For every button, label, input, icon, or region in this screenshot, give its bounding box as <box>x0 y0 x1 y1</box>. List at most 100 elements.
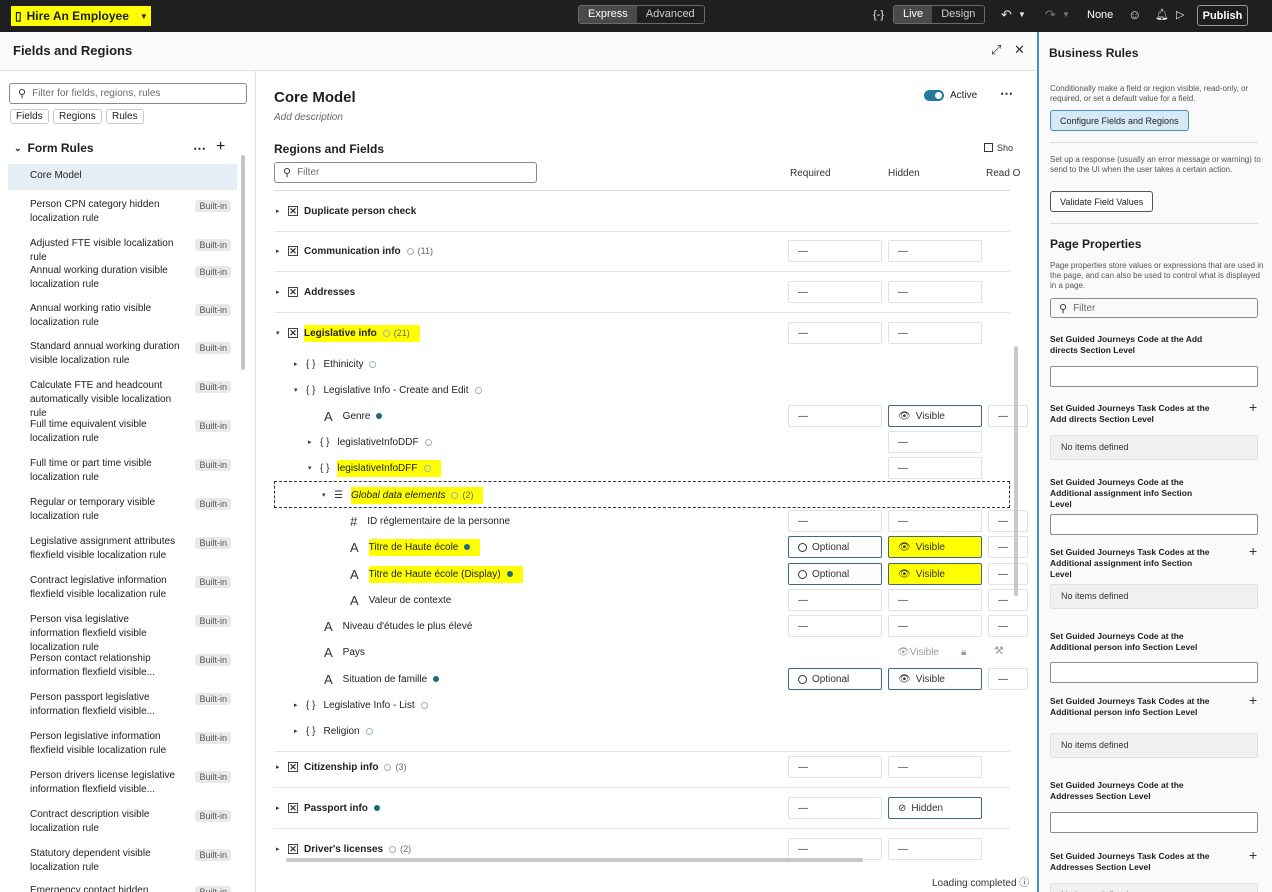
form-rules-header[interactable]: ⌄ Form Rules <box>14 141 94 155</box>
redo-dropdown-icon[interactable]: ▼ <box>1062 7 1070 23</box>
filter-chip-rules[interactable]: Rules <box>106 109 144 124</box>
vertical-scrollbar[interactable] <box>1014 346 1018 596</box>
required-select[interactable]: Optional <box>788 563 882 585</box>
more-icon[interactable]: ⋯ <box>193 141 206 157</box>
field-row[interactable]: ▾{ } Legislative Info - Create and Edit <box>274 382 1010 398</box>
rule-item[interactable]: Statutory dependent visible localization… <box>8 842 237 881</box>
rule-item[interactable]: Person CPN category hidden localization … <box>8 193 237 232</box>
expand-icon[interactable]: ▸ <box>276 763 288 771</box>
property-input[interactable] <box>1050 812 1258 833</box>
undo-dropdown-icon[interactable]: ▼ <box>1018 7 1026 23</box>
readonly-cell[interactable]: — <box>988 563 1028 585</box>
required-cell[interactable]: — <box>788 756 882 778</box>
advanced-mode-button[interactable]: Advanced <box>637 6 704 23</box>
rule-item[interactable]: Regular or temporary visible localizatio… <box>8 491 237 530</box>
add-icon[interactable]: + <box>216 138 225 156</box>
play-icon[interactable]: ▷ <box>1176 7 1184 23</box>
visibility-select[interactable]: ⊘ Hidden <box>888 797 982 819</box>
field-row[interactable]: ▸{ } Ethinicity <box>274 356 1010 372</box>
rule-item[interactable]: Standard annual working duration visible… <box>8 335 237 374</box>
hidden-cell[interactable]: — <box>888 240 982 262</box>
active-toggle[interactable] <box>924 90 944 101</box>
none-selector[interactable]: None <box>1087 9 1113 21</box>
hidden-cell[interactable]: — <box>888 281 982 303</box>
expand-icon[interactable]: ▸ <box>276 288 288 296</box>
expand-icon[interactable]: ▸ <box>294 701 306 709</box>
field-row[interactable]: ▸{ } Religion <box>274 723 1010 739</box>
smile-icon[interactable]: ☺ <box>1128 7 1141 23</box>
rule-item[interactable]: Contract legislative information flexfie… <box>8 569 237 608</box>
rule-item[interactable]: Emergency contact hidden Built-in <box>8 879 237 892</box>
required-cell[interactable]: — <box>788 281 882 303</box>
show-checkbox[interactable] <box>984 143 993 152</box>
expand-icon[interactable]: ▸ <box>308 438 320 446</box>
readonly-cell[interactable]: — <box>988 536 1028 558</box>
rule-item[interactable]: Person legislative information flexfield… <box>8 725 237 764</box>
expand-icon[interactable]: ▸ <box>276 804 288 812</box>
hidden-cell[interactable]: — <box>888 615 982 637</box>
expand-icon[interactable]: ⤢ <box>991 42 1001 58</box>
rule-item[interactable]: Person visa legislative information flex… <box>8 608 237 653</box>
tools-icon[interactable]: ⚒ <box>994 644 1004 657</box>
rule-item[interactable]: Annual working ratio visible localizatio… <box>8 297 237 336</box>
design-button[interactable]: Design <box>932 6 984 23</box>
expand-icon[interactable]: ▸ <box>276 845 288 853</box>
required-cell[interactable]: — <box>788 589 882 611</box>
property-input[interactable] <box>1050 366 1258 387</box>
scrollbar[interactable] <box>241 155 245 370</box>
property-input[interactable] <box>1050 514 1258 535</box>
hidden-cell[interactable]: — <box>888 510 982 532</box>
horizontal-scrollbar[interactable] <box>286 858 863 862</box>
readonly-cell[interactable]: — <box>988 510 1028 532</box>
rule-item[interactable]: Calculate FTE and headcount automaticall… <box>8 374 237 419</box>
expand-icon[interactable]: ▸ <box>294 360 306 368</box>
required-select[interactable]: Optional <box>788 536 882 558</box>
publish-button[interactable]: Publish <box>1197 5 1248 26</box>
more-icon[interactable]: ⋯ <box>1000 86 1013 102</box>
required-select[interactable]: Optional <box>788 668 882 690</box>
regions-filter-input[interactable]: ⚲ Filter <box>274 162 537 183</box>
property-input[interactable] <box>1050 662 1258 683</box>
required-cell[interactable]: — <box>788 838 882 860</box>
hidden-cell[interactable]: — <box>888 838 982 860</box>
required-cell[interactable]: — <box>788 510 882 532</box>
rule-item[interactable]: Person passport legislative information … <box>8 686 237 725</box>
add-description[interactable]: Add description <box>274 112 343 123</box>
rule-item[interactable]: Legislative assignment attributes flexfi… <box>8 530 237 569</box>
required-cell[interactable]: — <box>788 322 882 344</box>
code-icon[interactable]: {-} <box>873 7 884 23</box>
visibility-select[interactable]: 👁︎ Visible <box>888 405 982 427</box>
expand-icon[interactable]: ▸ <box>294 727 306 735</box>
rule-item[interactable]: Person drivers license legislative infor… <box>8 764 237 803</box>
hidden-cell[interactable]: — <box>888 589 982 611</box>
add-icon[interactable]: + <box>1249 692 1257 708</box>
visibility-select[interactable]: 👁︎ Visible <box>888 536 982 558</box>
rule-item[interactable]: Person contact relationship information … <box>8 647 237 686</box>
app-name-dropdown[interactable]: ▯ Hire An Employee ▼ <box>11 6 151 26</box>
region-row[interactable]: ▸ ✕ Duplicate person check <box>274 203 1010 219</box>
rule-core-model[interactable]: Core Model <box>8 164 237 190</box>
properties-filter-input[interactable]: ⚲ Filter <box>1050 298 1258 318</box>
redo-icon[interactable]: ↷ <box>1045 7 1056 23</box>
expand-icon[interactable]: ▸ <box>276 247 288 255</box>
rule-item[interactable]: Full time equivalent visible localizatio… <box>8 413 237 452</box>
required-cell[interactable]: — <box>788 240 882 262</box>
live-button[interactable]: Live <box>894 6 933 23</box>
express-mode-button[interactable]: Express <box>579 6 637 23</box>
readonly-cell[interactable]: — <box>988 589 1028 611</box>
required-cell[interactable]: — <box>788 615 882 637</box>
add-icon[interactable]: + <box>1249 399 1257 415</box>
rule-item[interactable]: Annual working duration visible localiza… <box>8 259 237 298</box>
rules-search-input[interactable]: ⚲ Filter for fields, regions, rules <box>9 83 247 104</box>
hidden-cell[interactable]: — <box>888 322 982 344</box>
collapse-icon[interactable]: ▾ <box>294 386 306 394</box>
filter-chip-regions[interactable]: Regions <box>53 109 102 124</box>
readonly-cell[interactable]: — <box>988 405 1028 427</box>
close-icon[interactable]: ✕ <box>1014 42 1025 58</box>
expand-icon[interactable]: ▸ <box>276 207 288 215</box>
required-cell[interactable]: — <box>788 405 882 427</box>
configure-fields-button[interactable]: Configure Fields and Regions <box>1050 110 1189 131</box>
hidden-cell[interactable]: — <box>888 457 982 479</box>
validate-field-values-button[interactable]: Validate Field Values <box>1050 191 1154 212</box>
bell-icon[interactable]: 🔔︎ <box>1155 7 1169 23</box>
